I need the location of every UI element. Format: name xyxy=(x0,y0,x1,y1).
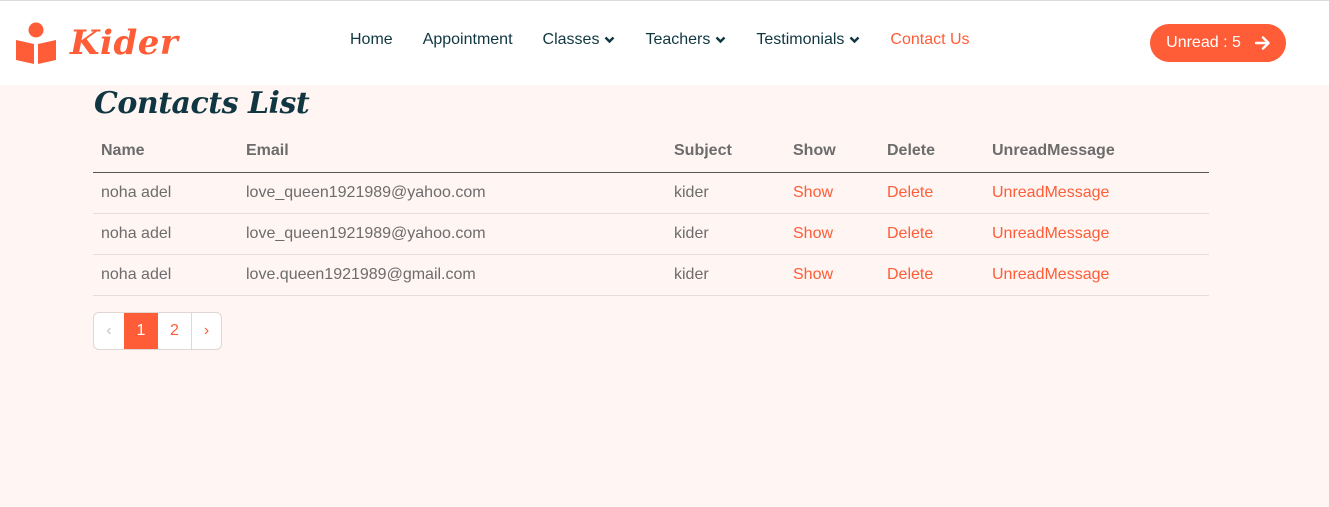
show-link[interactable]: Show xyxy=(785,254,879,296)
chevron-down-icon xyxy=(605,36,615,44)
nav-testimonials-label: Testimonials xyxy=(756,31,845,48)
contact-subject: kider xyxy=(666,254,785,296)
contacts-table: Name Email Subject Show Delete UnreadMes… xyxy=(93,131,1209,296)
contact-subject: kider xyxy=(666,213,785,255)
pagination-page-1[interactable]: 1 xyxy=(124,313,158,349)
nav-contact-us-label: Contact Us xyxy=(890,31,970,48)
column-header-show: Show xyxy=(785,131,879,173)
contact-name: noha adel xyxy=(93,172,238,214)
contact-email: love.queen1921989@gmail.com xyxy=(238,254,666,296)
nav-home[interactable]: Home xyxy=(350,31,393,49)
show-link[interactable]: Show xyxy=(785,172,879,214)
delete-link[interactable]: Delete xyxy=(879,254,984,296)
unread-button-label: Unread : 5 xyxy=(1166,34,1241,51)
unread-message-link[interactable]: UnreadMessage xyxy=(984,213,1209,255)
table-row: noha adel love_queen1921989@yahoo.com ki… xyxy=(93,172,1209,214)
nav-appointment[interactable]: Appointment xyxy=(423,31,513,49)
table-row: noha adel love.queen1921989@gmail.com ki… xyxy=(93,254,1209,296)
arrow-right-icon xyxy=(1254,36,1270,50)
unread-message-link[interactable]: UnreadMessage xyxy=(984,172,1209,214)
contact-name: noha adel xyxy=(93,213,238,255)
nav-classes-dropdown[interactable]: Classes xyxy=(543,31,616,49)
unread-button[interactable]: Unread : 5 xyxy=(1150,24,1286,62)
nav-contact-us[interactable]: Contact Us xyxy=(890,31,969,49)
book-reader-icon xyxy=(16,22,56,64)
delete-link[interactable]: Delete xyxy=(879,213,984,255)
pagination-prev[interactable]: ‹ xyxy=(94,313,124,349)
pagination-next[interactable]: › xyxy=(192,313,221,349)
contact-subject: kider xyxy=(666,172,785,214)
column-header-name: Name xyxy=(93,131,238,173)
contact-email: love_queen1921989@yahoo.com xyxy=(238,172,666,214)
nav-testimonials-dropdown[interactable]: Testimonials xyxy=(756,31,860,49)
table-header-row: Name Email Subject Show Delete UnreadMes… xyxy=(93,131,1209,173)
brand-logo-link[interactable]: Kider xyxy=(14,21,178,65)
table-row: noha adel love_queen1921989@yahoo.com ki… xyxy=(93,213,1209,255)
pagination-page-2[interactable]: 2 xyxy=(158,313,192,349)
main-nav: Home Appointment Classes Teachers Testim… xyxy=(350,31,1000,49)
show-link[interactable]: Show xyxy=(785,213,879,255)
contact-email: love_queen1921989@yahoo.com xyxy=(238,213,666,255)
column-header-subject: Subject xyxy=(666,131,785,173)
chevron-down-icon xyxy=(716,36,726,44)
column-header-email: Email xyxy=(238,131,666,173)
contact-name: noha adel xyxy=(93,254,238,296)
nav-classes-label: Classes xyxy=(542,31,600,48)
chevron-down-icon xyxy=(850,36,860,44)
delete-link[interactable]: Delete xyxy=(879,172,984,214)
nav-appointment-label: Appointment xyxy=(422,31,513,48)
brand-name: Kider xyxy=(70,23,179,63)
column-header-unread-message: UnreadMessage xyxy=(984,131,1209,173)
pagination: ‹ 1 2 › xyxy=(93,312,222,350)
unread-message-link[interactable]: UnreadMessage xyxy=(984,254,1209,296)
nav-home-label: Home xyxy=(350,31,393,48)
navbar: Kider Home Appointment Classes Teachers … xyxy=(0,1,1329,85)
nav-teachers-dropdown[interactable]: Teachers xyxy=(645,31,726,49)
page-title: Contacts List xyxy=(94,86,310,121)
nav-teachers-label: Teachers xyxy=(645,31,711,48)
column-header-delete: Delete xyxy=(879,131,984,173)
